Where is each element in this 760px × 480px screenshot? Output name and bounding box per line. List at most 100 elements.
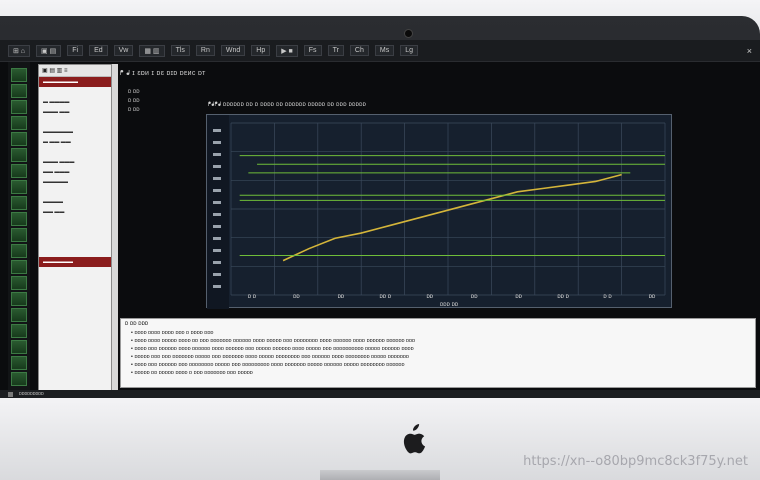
left-icon-strip <box>8 62 30 398</box>
y-tick-mark <box>213 249 221 252</box>
x-tick-label: ᴅᴅ <box>293 294 300 300</box>
thumbnail-icon[interactable] <box>11 196 27 210</box>
file-list-item[interactable]: ▬▬▬▬▬▬ <box>39 127 111 137</box>
thumbnail-icon[interactable] <box>11 100 27 114</box>
toolbar-button[interactable]: Hp <box>251 45 271 56</box>
y-tick-mark <box>213 273 221 276</box>
thumbnail-icon[interactable] <box>11 212 27 226</box>
thumbnail-icon[interactable] <box>11 132 27 146</box>
file-list-item[interactable] <box>39 117 111 127</box>
thumbnail-icon[interactable] <box>11 148 27 162</box>
file-list-item[interactable]: ▬ ▬▬ ▬▬ <box>39 137 111 147</box>
file-panel-scrollbar[interactable] <box>112 64 118 394</box>
toolbar-button[interactable]: ▦ ▥ <box>139 44 165 57</box>
file-list-item[interactable] <box>39 227 111 237</box>
file-list-item[interactable]: ▬▬ ▬▬▬ <box>39 167 111 177</box>
toolbar-button[interactable]: Tr <box>327 45 344 56</box>
thumbnail-icon[interactable] <box>11 324 27 338</box>
thumbnail-icon[interactable] <box>11 292 27 306</box>
x-tick-label: ᴅᴅ <box>515 294 522 300</box>
thumbnail-icon[interactable] <box>11 372 27 386</box>
file-list-item[interactable] <box>39 87 111 97</box>
side-note: ᴅ ᴅᴅ <box>128 98 140 104</box>
status-text: ᴅᴅᴅᴅᴅᴅᴅᴅᴅ <box>19 391 44 397</box>
line-chart <box>207 115 666 309</box>
x-tick-label: ᴅ ᴅ <box>247 294 257 300</box>
log-line: ᴅᴅᴅᴅᴅ ᴅᴅᴅ ᴅᴅᴅ ᴅᴅᴅᴅᴅᴅᴅ ᴅᴅᴅᴅᴅ ᴅᴅᴅ ᴅᴅᴅᴅᴅᴅᴅ … <box>121 353 755 361</box>
file-list-item[interactable] <box>39 237 111 247</box>
log-header: ᴅ ᴅᴅ ᴅᴅᴅ <box>125 321 149 327</box>
file-list-item[interactable] <box>39 187 111 197</box>
toolbar-button[interactable]: Ed <box>89 45 108 56</box>
x-tick-label: ᴅᴅ <box>648 294 656 300</box>
file-list-item[interactable] <box>39 147 111 157</box>
thumbnail-icon[interactable] <box>11 164 27 178</box>
thumbnail-icon[interactable] <box>11 228 27 242</box>
log-line: ᴅᴅᴅᴅ ᴅᴅᴅ ᴅᴅᴅᴅᴅᴅ ᴅᴅᴅ ᴅᴅᴅᴅᴅᴅᴅᴅ ᴅᴅᴅᴅᴅ ᴅᴅᴅ ᴅ… <box>121 361 755 369</box>
y-tick-mark <box>213 225 221 228</box>
toolbar-button[interactable]: Ch <box>349 45 369 56</box>
side-note: ᴅ ᴅᴅ <box>128 107 140 113</box>
thumbnail-icon[interactable] <box>11 116 27 130</box>
thumbnail-icon[interactable] <box>11 356 27 370</box>
y-tick-mark <box>213 177 221 180</box>
thumbnail-icon[interactable] <box>11 244 27 258</box>
y-tick-mark <box>213 237 221 240</box>
log-line: ᴅᴅᴅᴅᴅ ᴅᴅ ᴅᴅᴅᴅᴅ ᴅᴅᴅᴅ ᴅ ᴅᴅᴅ ᴅᴅᴅᴅᴅᴅᴅ ᴅᴅᴅ ᴅᴅ… <box>121 369 755 377</box>
file-list-item[interactable]: ▬▬▬▬ <box>39 197 111 207</box>
y-tick-mark <box>213 285 221 288</box>
y-axis-strip <box>207 115 229 309</box>
file-list-item[interactable] <box>39 217 111 227</box>
x-tick-label: ᴅ ᴅ <box>603 294 612 300</box>
thumbnail-icon[interactable] <box>11 340 27 354</box>
toolbar-button[interactable]: Vw <box>113 45 134 56</box>
y-tick-mark <box>213 201 221 204</box>
toolbar-button[interactable]: ⊞ ⌂ <box>8 44 31 57</box>
file-panel: ▣ ▤ ▥ ≡ ▬▬▬▬▬▬▬ ▬ ▬▬▬▬ ▬▬▬ ▬▬ ▬▬▬▬▬▬ ▬ ▬▬ ▬▬… <box>38 64 112 394</box>
y-tick-mark <box>213 213 221 216</box>
y-tick-mark <box>213 165 221 168</box>
file-list-item[interactable]: ▬▬▬▬▬▬ <box>39 257 111 267</box>
file-list: ▬▬▬▬▬▬▬ ▬ ▬▬▬▬ ▬▬▬ ▬▬ ▬▬▬▬▬▬ ▬ ▬▬ ▬▬ ▬▬▬ ▬▬▬ ▬… <box>39 77 111 267</box>
file-list-item[interactable]: ▬▬▬▬▬ <box>39 177 111 187</box>
file-list-item[interactable]: ▬▬▬ ▬▬▬ <box>39 157 111 167</box>
plot-caption: ᖰᖱᖰᖱ ᴅᴅᴅᴅᴅᴅ ᴅᴅ ᴅ ᴅᴅᴅᴅ ᴅᴅ ᴅᴅᴅᴅᴅᴅ ᴅᴅᴅᴅᴅ ᴅᴅ… <box>208 102 367 108</box>
thumbnail-icon[interactable] <box>11 260 27 274</box>
log-line: ᴅᴅᴅᴅ ᴅᴅᴅᴅ ᴅᴅᴅᴅᴅ ᴅᴅᴅᴅ ᴅᴅ ᴅᴅᴅ ᴅᴅᴅᴅᴅᴅᴅ ᴅᴅᴅᴅ… <box>121 337 755 345</box>
file-list-item[interactable]: ▬ ▬▬▬▬ <box>39 97 111 107</box>
watermark: https://xn--o80bp9mc8ck3f75y.net <box>523 454 748 469</box>
toolbar-button[interactable]: Lg <box>400 45 419 56</box>
y-tick-mark <box>213 189 221 192</box>
toolbar-button[interactable]: Tls <box>170 45 190 56</box>
log-panel: ᴅ ᴅᴅ ᴅᴅᴅ ᴅᴅᴅᴅ ᴅᴅᴅᴅ ᴅᴅᴅᴅ ᴅᴅᴅ ᴅ ᴅᴅᴅᴅ ᴅᴅᴅᴅᴅ… <box>120 318 756 388</box>
thumbnail-icon[interactable] <box>11 276 27 290</box>
toolbar-button[interactable]: ▶ ■ <box>276 44 298 57</box>
close-icon[interactable]: × <box>747 46 752 56</box>
toolbar-button[interactable]: Fs <box>303 45 322 56</box>
y-tick-mark <box>213 153 221 156</box>
main-header: ᖰ ᖱ ɪ ɛɒᴎ ɪ ᴅɛ ᴅɪᴅ ᴅᴇᴎᴄ ᴅᴛ <box>120 70 206 77</box>
thumbnail-icon[interactable] <box>11 308 27 322</box>
toolbar-button[interactable]: ▣ ▤ <box>36 44 62 57</box>
file-list-item[interactable] <box>39 247 111 257</box>
log-lines: ᴅᴅᴅᴅ ᴅᴅᴅᴅ ᴅᴅᴅᴅ ᴅᴅᴅ ᴅ ᴅᴅᴅᴅ ᴅᴅᴅᴅᴅᴅᴅ ᴅᴅᴅᴅ ᴅ… <box>121 329 755 377</box>
toolbar-button[interactable]: Wnd <box>220 45 246 56</box>
thumbnail-icon[interactable] <box>11 68 27 82</box>
thumbnail-icon[interactable] <box>11 84 27 98</box>
log-line: ᴅᴅᴅᴅ ᴅᴅᴅᴅ ᴅᴅᴅᴅ ᴅᴅᴅ ᴅ ᴅᴅᴅᴅ ᴅᴅᴅ <box>121 329 755 337</box>
x-tick-label: ᴅᴅ <box>470 294 478 300</box>
y-tick-mark <box>213 141 221 144</box>
camera-icon <box>404 29 413 38</box>
top-toolbar: ⊞ ⌂ ▣ ▤ Fi Ed Vw ▦ ▥ Tls Rn Wnd Hp ▶ ■ Fs Tr Ch Ms Lg × <box>0 40 760 62</box>
file-list-item[interactable]: ▬▬▬ ▬▬ <box>39 107 111 117</box>
toolbar-button[interactable]: Fi <box>67 45 84 56</box>
file-list-item[interactable]: ▬▬ ▬▬ <box>39 207 111 217</box>
screen: ⊞ ⌂ ▣ ▤ Fi Ed Vw ▦ ▥ Tls Rn Wnd Hp ▶ ■ Fs Tr Ch Ms Lg × … <box>0 40 760 398</box>
toolbar-button[interactable]: Ms <box>374 45 395 56</box>
file-list-item[interactable]: ▬▬▬▬▬▬▬ <box>39 77 111 87</box>
thumbnail-icon[interactable] <box>11 180 27 194</box>
toolbar-button[interactable]: Rn <box>195 45 215 56</box>
status-bar: ᴅᴅᴅᴅᴅᴅᴅᴅᴅ <box>0 390 760 398</box>
chart-panel[interactable] <box>206 114 672 309</box>
y-tick-mark <box>213 261 221 264</box>
